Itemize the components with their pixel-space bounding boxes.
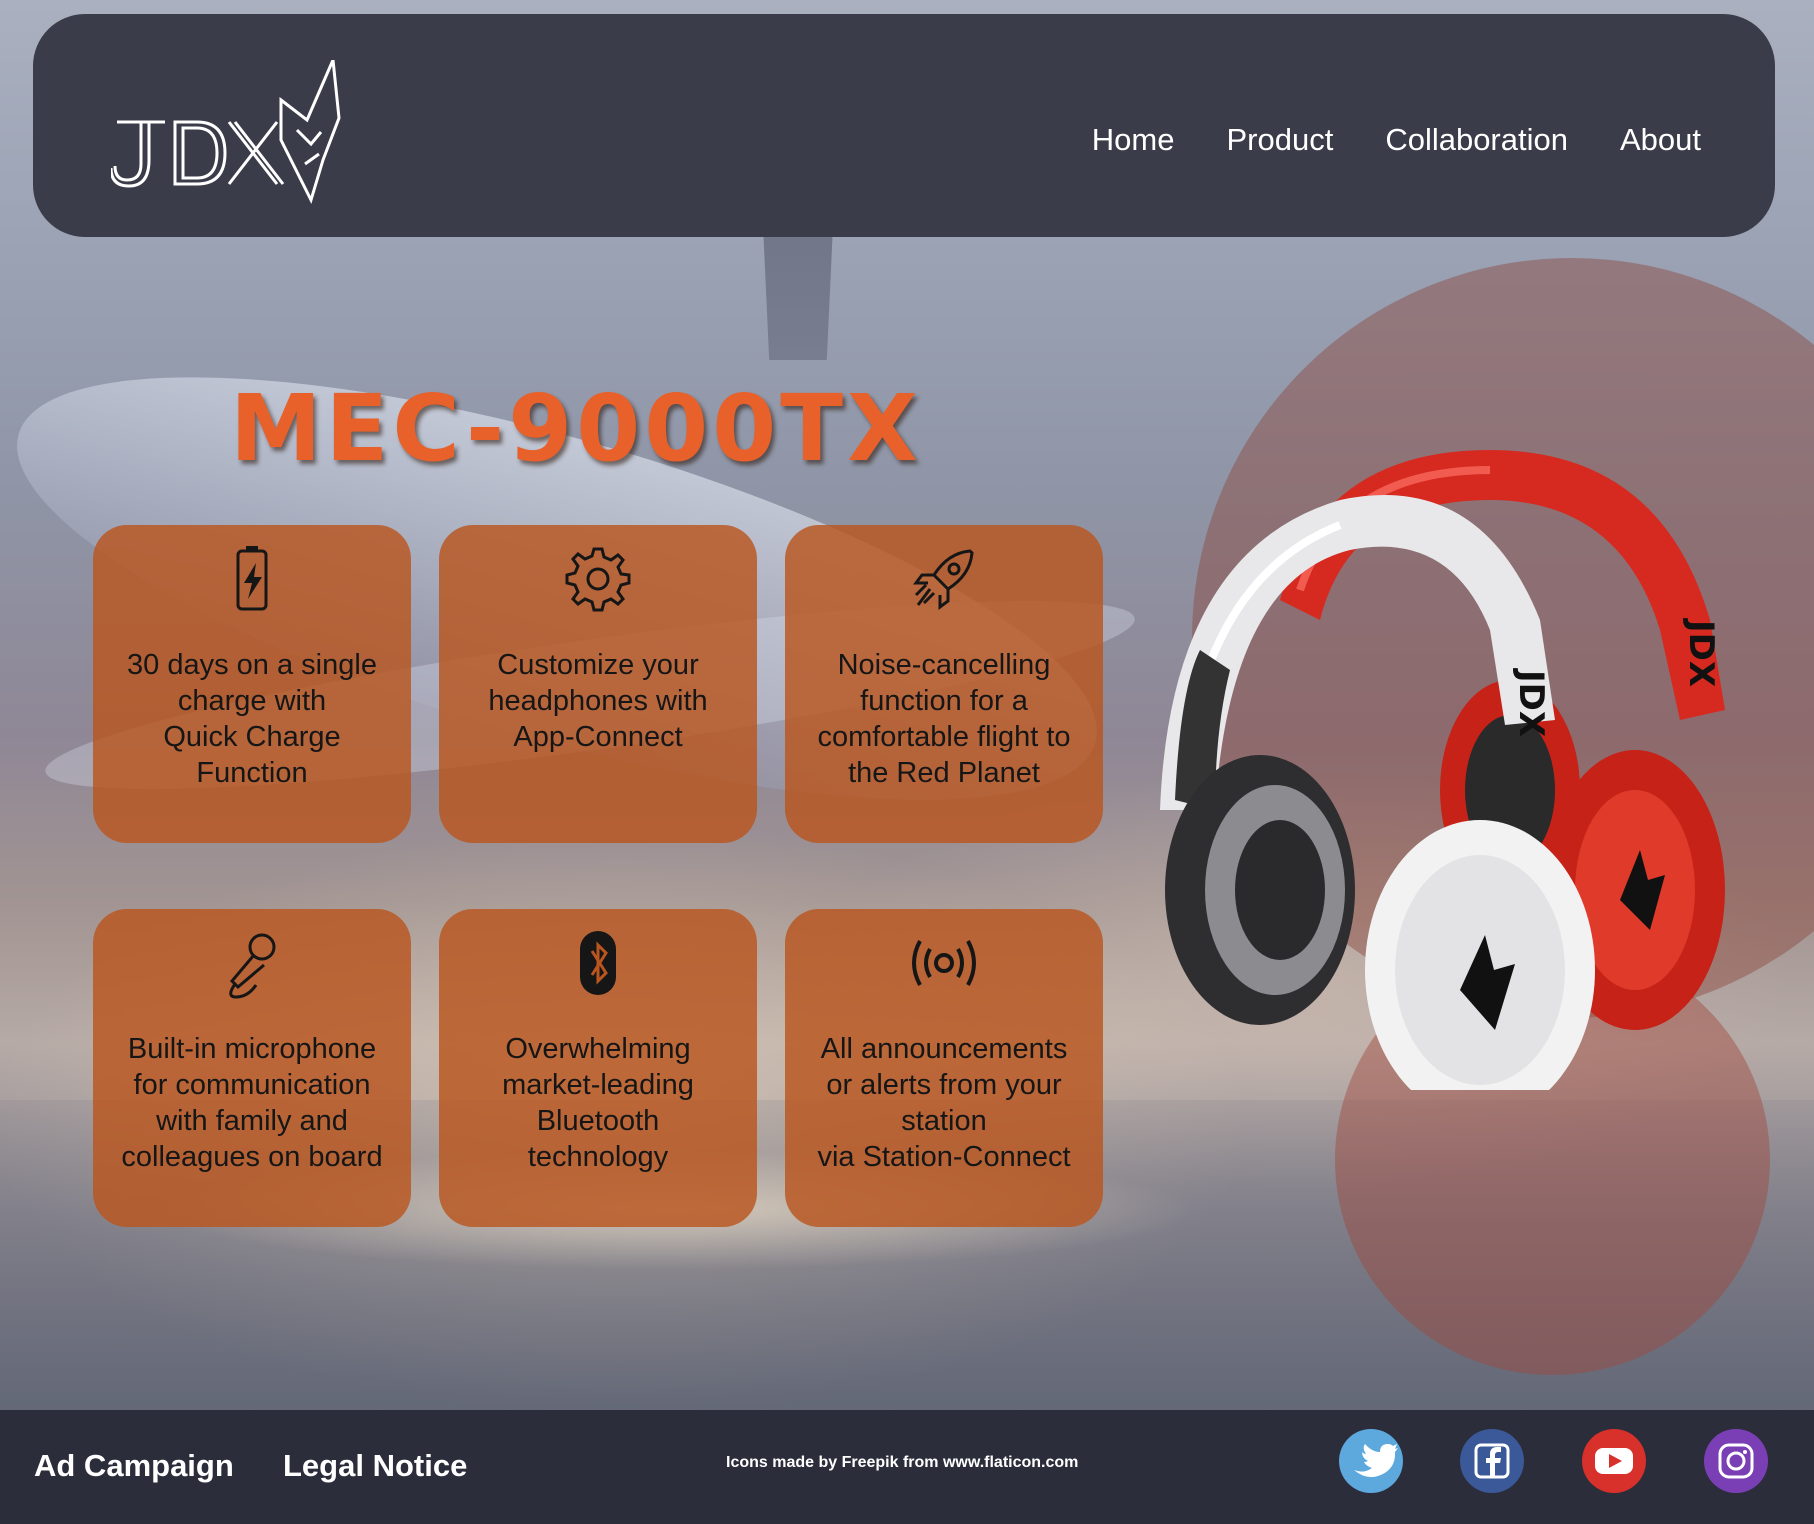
bluetooth-icon [580,931,616,995]
twitter-icon [1339,1429,1403,1493]
icon-credit: Icons made by Freepik from www.flaticon.… [726,1454,1079,1471]
nav-collaboration[interactable]: Collaboration [1385,122,1568,158]
facebook-icon [1460,1429,1524,1493]
nav-product[interactable]: Product [1226,122,1333,158]
rocket-icon [913,549,974,610]
feature-card-customize: Customize your headphones with App-Conne… [439,525,757,843]
broadcast-icon [912,940,976,986]
instagram-link[interactable] [1703,1428,1769,1494]
twitter-link[interactable] [1338,1428,1404,1494]
site-header: Home Product Collaboration About [33,14,1775,237]
feature-card-noise: Noise-cancelling function for a comforta… [785,525,1103,843]
main-nav: Home Product Collaboration About [1092,122,1701,158]
microphone-icon [229,933,276,999]
gear-icon [565,547,631,612]
feature-text: Customize your headphones with App-Conne… [488,649,708,753]
nav-about[interactable]: About [1620,122,1701,158]
facebook-link[interactable] [1459,1428,1525,1494]
feature-card-battery: 30 days on a single charge with Quick Ch… [93,525,411,843]
youtube-link[interactable] [1581,1428,1647,1494]
feature-text: Noise-cancelling function for a comforta… [817,649,1071,789]
feature-card-microphone: Built-in microphone for communication wi… [93,909,411,1227]
site-footer: Ad Campaign Legal Notice Icons made by F… [0,1410,1814,1524]
nav-home[interactable]: Home [1092,122,1175,158]
product-title: MEC-9000TX [230,375,922,482]
feature-text: 30 days on a single charge with Quick Ch… [127,649,377,789]
jdx-wolf-logo[interactable] [111,60,361,220]
feature-text: Built-in microphone for communication wi… [121,1033,383,1173]
svg-text:JDX: JDX [1681,618,1721,687]
feature-text: All announcements or alerts from your st… [817,1033,1071,1173]
feature-card-station: All announcements or alerts from your st… [785,909,1103,1227]
battery-charge-icon [236,546,268,611]
headphones-product-image: JDX JDX [1160,450,1725,1090]
feature-text: Overwhelming market-leading Bluetooth te… [502,1033,694,1173]
instagram-icon [1704,1429,1768,1493]
svg-text:JDX: JDX [1511,668,1551,737]
footer-link-ad-campaign[interactable]: Ad Campaign [34,1448,234,1484]
youtube-icon [1582,1429,1646,1493]
footer-link-legal-notice[interactable]: Legal Notice [283,1448,467,1484]
feature-card-bluetooth: Overwhelming market-leading Bluetooth te… [439,909,757,1227]
